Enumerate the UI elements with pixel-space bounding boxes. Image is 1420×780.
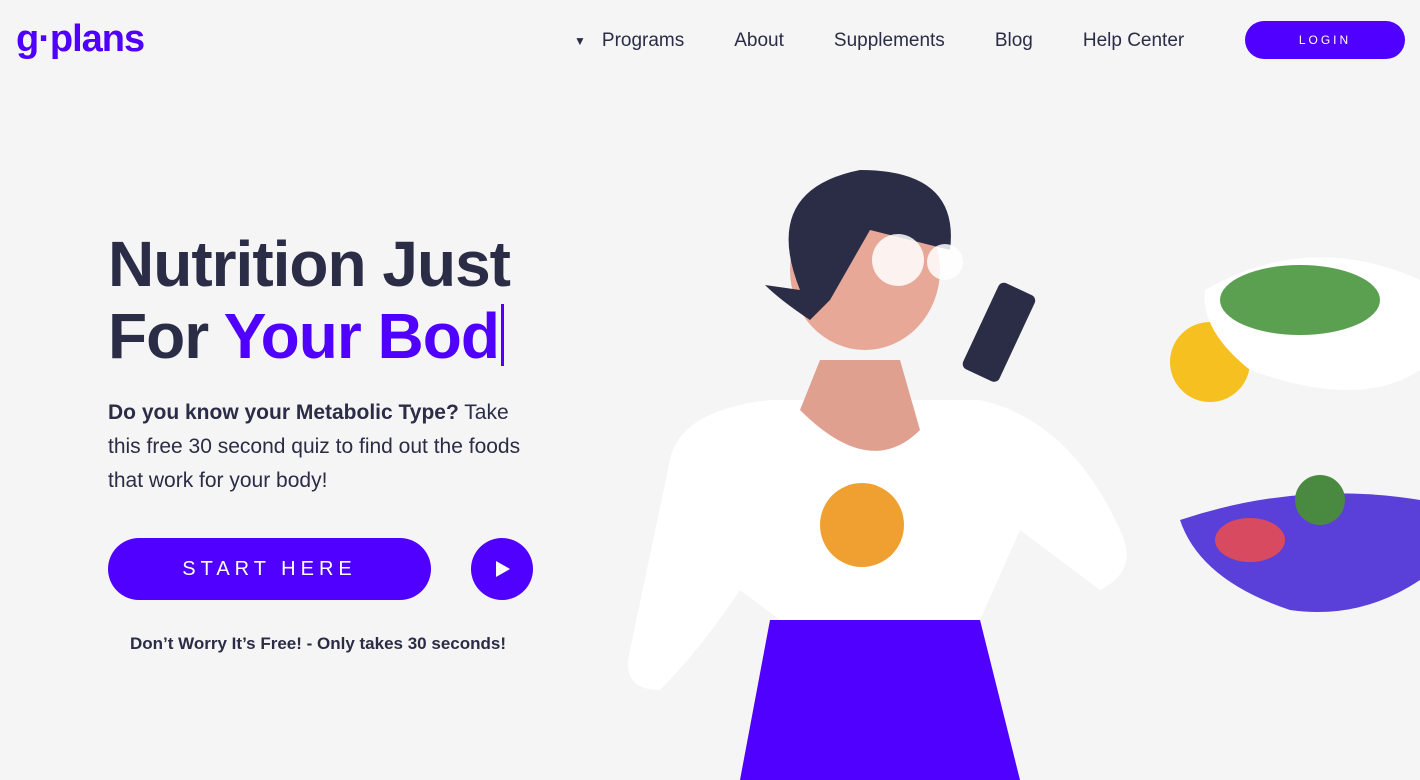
hero-description: Do you know your Metabolic Type? Take th… (108, 396, 528, 498)
login-button[interactable]: LOGIN (1245, 21, 1405, 59)
typing-caret (500, 304, 504, 366)
title-line-1: Nutrition Just (108, 228, 511, 300)
title-line-2: For (108, 300, 224, 372)
nav-programs[interactable]: Programs (602, 30, 684, 52)
play-video-button[interactable] (471, 538, 533, 600)
play-icon (496, 561, 510, 577)
desc-bold: Do you know your Metabolic Type? (108, 401, 459, 424)
logo[interactable]: g·plans (16, 18, 145, 61)
start-here-button[interactable]: START HERE (108, 538, 431, 600)
main-nav: ▼ Programs About Supplements Blog Help C… (574, 30, 1234, 52)
hero-illustration (628, 170, 1420, 780)
nav-supplements[interactable]: Supplements (834, 30, 945, 52)
free-note: Don’t Worry It’s Free! - Only takes 30 s… (130, 634, 506, 653)
caret-down-icon[interactable]: ▼ (574, 34, 586, 48)
nav-blog[interactable]: Blog (995, 30, 1033, 52)
nav-about[interactable]: About (734, 30, 784, 52)
title-accent: Your Bod (223, 300, 500, 372)
hero-title: Nutrition Just For Your Bod (108, 228, 511, 372)
nav-help-center[interactable]: Help Center (1083, 30, 1184, 52)
